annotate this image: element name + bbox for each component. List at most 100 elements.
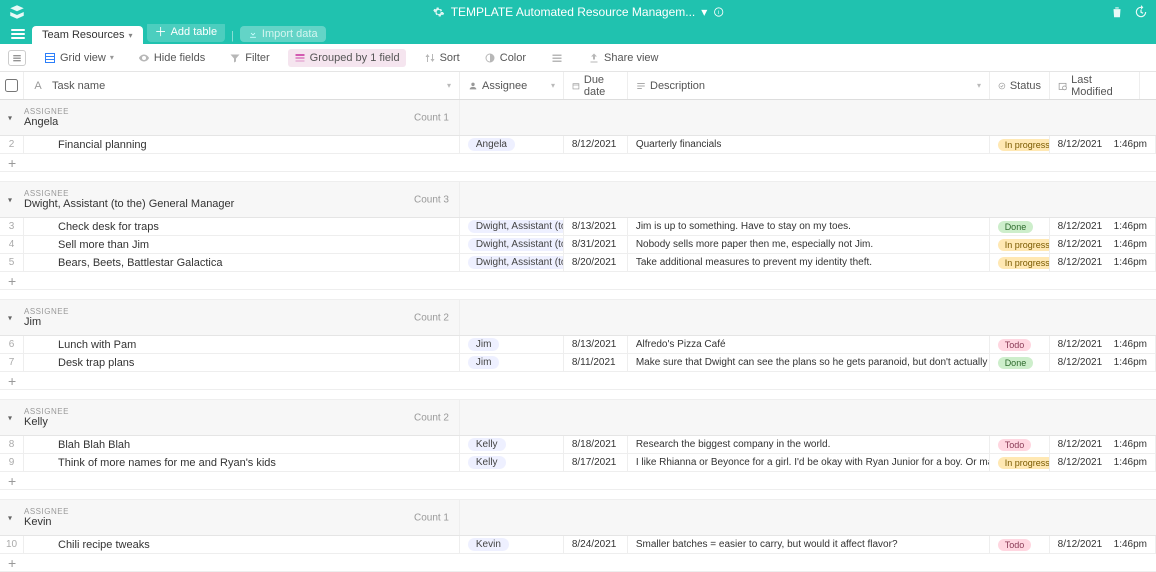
cell-assignee[interactable]: Jim <box>460 354 564 371</box>
select-all-checkbox[interactable] <box>0 72 24 99</box>
cell-assignee[interactable]: Dwight, Assistant (to th... <box>460 254 564 271</box>
column-header-desc[interactable]: Description ▾ <box>628 72 990 99</box>
cell-due[interactable]: 8/18/2021 <box>564 436 628 453</box>
trash-icon[interactable] <box>1110 5 1124 19</box>
cell-assignee[interactable]: Jim <box>460 336 564 353</box>
view-switcher[interactable]: Grid view ▾ <box>38 49 120 67</box>
cell-due[interactable]: 8/12/2021 <box>564 136 628 153</box>
table-row[interactable]: 9 Think of more names for me and Ryan's … <box>0 454 1156 472</box>
cell-assignee[interactable]: Dwight, Assistant (to th... <box>460 218 564 235</box>
cell-description[interactable]: Jim is up to something. Have to stay on … <box>628 218 990 235</box>
cell-assignee[interactable]: Angela <box>460 136 564 153</box>
add-table-button[interactable]: ＋ Add table <box>147 21 226 42</box>
group-header[interactable]: ▾ ASSIGNEE Dwight, Assistant (to the) Ge… <box>0 182 1156 218</box>
table-row[interactable]: 10 Chili recipe tweaks Kevin 8/24/2021 S… <box>0 536 1156 554</box>
cell-status[interactable]: Todo <box>990 336 1050 353</box>
cell-status[interactable]: In progress <box>990 254 1050 271</box>
cell-assignee[interactable]: Kevin <box>460 536 564 553</box>
table-row[interactable]: 5 Bears, Beets, Battlestar Galactica Dwi… <box>0 254 1156 272</box>
cell-lastmod-time: 1:46pm <box>1106 454 1156 471</box>
cell-due[interactable]: 8/24/2021 <box>564 536 628 553</box>
sort-button[interactable]: Sort <box>418 49 466 67</box>
chevron-down-icon[interactable]: ▾ <box>551 81 555 90</box>
cell-status[interactable]: Done <box>990 218 1050 235</box>
cell-due[interactable]: 8/13/2021 <box>564 336 628 353</box>
cell-status[interactable]: Done <box>990 354 1050 371</box>
cell-lastmod-date: 8/12/2021 <box>1050 136 1106 153</box>
table-row[interactable]: 4 Sell more than Jim Dwight, Assistant (… <box>0 236 1156 254</box>
cell-task[interactable]: Blah Blah Blah <box>24 436 460 453</box>
add-row-button[interactable]: + <box>0 154 1156 172</box>
chevron-down-icon[interactable]: ▾ <box>977 81 981 90</box>
cell-assignee[interactable]: Kelly <box>460 436 564 453</box>
cell-description[interactable]: Research the biggest company in the worl… <box>628 436 990 453</box>
cell-assignee[interactable]: Kelly <box>460 454 564 471</box>
group-button[interactable]: Grouped by 1 field <box>288 49 406 67</box>
sidebar-toggle-icon[interactable] <box>8 24 28 44</box>
filter-button[interactable]: Filter <box>223 49 275 67</box>
column-header-assignee[interactable]: Assignee ▾ <box>460 72 564 99</box>
table-row[interactable]: 7 Desk trap plans Jim 8/11/2021 Make sur… <box>0 354 1156 372</box>
cell-status[interactable]: Todo <box>990 436 1050 453</box>
collapse-caret-icon[interactable]: ▾ <box>8 313 12 322</box>
add-row-button[interactable]: + <box>0 372 1156 390</box>
cell-due[interactable]: 8/20/2021 <box>564 254 628 271</box>
cell-description[interactable]: Smaller batches = easier to carry, but w… <box>628 536 990 553</box>
add-row-button[interactable]: + <box>0 554 1156 572</box>
cell-status[interactable]: Todo <box>990 536 1050 553</box>
cell-task[interactable]: Lunch with Pam <box>24 336 460 353</box>
table-row[interactable]: 8 Blah Blah Blah Kelly 8/18/2021 Researc… <box>0 436 1156 454</box>
column-header-task[interactable]: A Task name ▾ <box>24 72 460 99</box>
column-header-status[interactable]: Status <box>990 72 1050 99</box>
history-icon[interactable] <box>1134 5 1148 19</box>
cell-due[interactable]: 8/31/2021 <box>564 236 628 253</box>
cell-description[interactable]: Quarterly financials <box>628 136 990 153</box>
cell-due[interactable]: 8/11/2021 <box>564 354 628 371</box>
cell-task[interactable]: Financial planning <box>24 136 460 153</box>
table-tab-team-resources[interactable]: Team Resources ▾ <box>32 26 143 44</box>
cell-status[interactable]: In progress <box>990 136 1050 153</box>
column-header-lastmod[interactable]: Last Modified <box>1050 72 1140 99</box>
collapse-caret-icon[interactable]: ▾ <box>8 413 12 422</box>
cell-description[interactable]: Alfredo's Pizza Café <box>628 336 990 353</box>
import-data-button[interactable]: Import data <box>240 26 326 42</box>
cell-status[interactable]: In progress <box>990 236 1050 253</box>
cell-task[interactable]: Sell more than Jim <box>24 236 460 253</box>
row-height-button[interactable] <box>544 49 570 67</box>
collapse-caret-icon[interactable]: ▾ <box>8 113 12 122</box>
group-header[interactable]: ▾ ASSIGNEE Angela Count 1 <box>0 100 1156 136</box>
info-icon[interactable]: i <box>713 7 723 17</box>
color-button[interactable]: Color <box>478 49 532 67</box>
cell-due[interactable]: 8/13/2021 <box>564 218 628 235</box>
cell-status[interactable]: In progress <box>990 454 1050 471</box>
cell-task[interactable]: Bears, Beets, Battlestar Galactica <box>24 254 460 271</box>
group-field-label: ASSIGNEE <box>24 107 451 116</box>
cell-description[interactable]: Take additional measures to prevent my i… <box>628 254 990 271</box>
collapse-caret-icon[interactable]: ▾ <box>8 513 12 522</box>
group-header[interactable]: ▾ ASSIGNEE Kelly Count 2 <box>0 400 1156 436</box>
cell-task[interactable]: Think of more names for me and Ryan's ki… <box>24 454 460 471</box>
color-icon <box>484 52 496 64</box>
share-view-button[interactable]: Share view <box>582 49 664 67</box>
table-row[interactable]: 2 Financial planning Angela 8/12/2021 Qu… <box>0 136 1156 154</box>
cell-task[interactable]: Desk trap plans <box>24 354 460 371</box>
table-row[interactable]: 6 Lunch with Pam Jim 8/13/2021 Alfredo's… <box>0 336 1156 354</box>
cell-due[interactable]: 8/17/2021 <box>564 454 628 471</box>
add-row-button[interactable]: + <box>0 472 1156 490</box>
collapse-caret-icon[interactable]: ▾ <box>8 195 12 204</box>
cell-task[interactable]: Check desk for traps <box>24 218 460 235</box>
views-sidebar-button[interactable] <box>8 50 26 66</box>
cell-description[interactable]: Make sure that Dwight can see the plans … <box>628 354 990 371</box>
base-title[interactable]: TEMPLATE Automated Resource Managem... ▾… <box>433 5 724 19</box>
group-header[interactable]: ▾ ASSIGNEE Jim Count 2 <box>0 300 1156 336</box>
add-row-button[interactable]: + <box>0 272 1156 290</box>
cell-description[interactable]: I like Rhianna or Beyonce for a girl. I'… <box>628 454 990 471</box>
cell-description[interactable]: Nobody sells more paper then me, especia… <box>628 236 990 253</box>
column-header-due[interactable]: Due date <box>564 72 628 99</box>
cell-assignee[interactable]: Dwight, Assistant (to th... <box>460 236 564 253</box>
table-row[interactable]: 3 Check desk for traps Dwight, Assistant… <box>0 218 1156 236</box>
cell-task[interactable]: Chili recipe tweaks <box>24 536 460 553</box>
chevron-down-icon[interactable]: ▾ <box>447 81 451 90</box>
group-header[interactable]: ▾ ASSIGNEE Kevin Count 1 <box>0 500 1156 536</box>
hide-fields-button[interactable]: Hide fields <box>132 49 211 67</box>
